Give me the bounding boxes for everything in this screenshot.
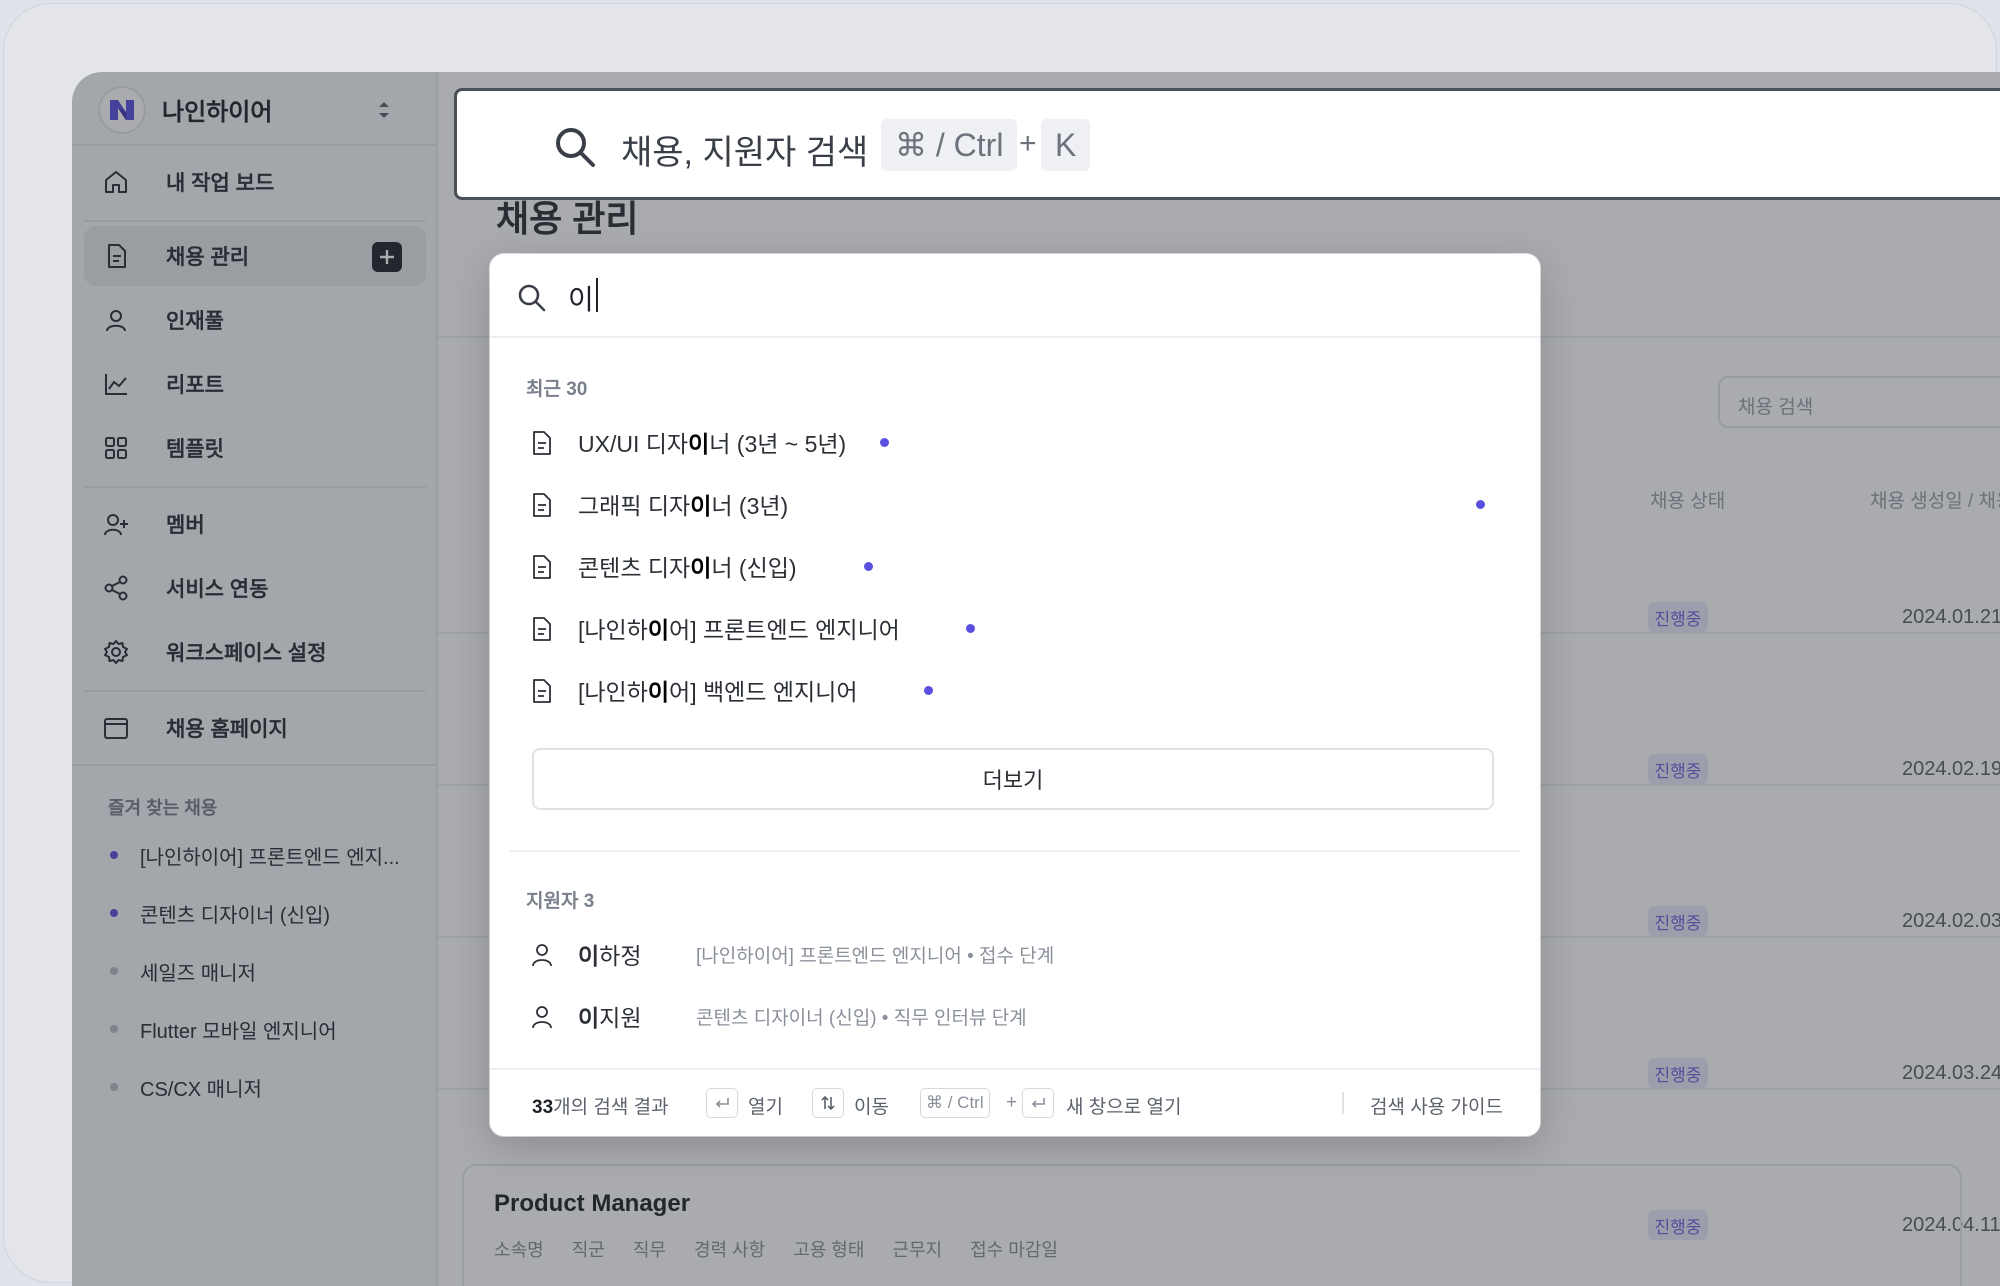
shortcut-mod-key: ⌘ / Ctrl	[881, 119, 1018, 171]
search-query: 이	[568, 284, 594, 315]
document-icon	[533, 431, 551, 455]
hint-move: 이동	[854, 1097, 889, 1118]
recent-result-item[interactable]: 그래픽 디자이너 (3년)	[530, 484, 1510, 524]
result-title: UX/UI 디자이너 (3년 ~ 5년)	[578, 431, 847, 457]
status-dot	[966, 624, 975, 633]
search-modal: 이 최근 30 UX/UI 디자이너 (3년 ~ 5년) 그래픽 디자이너 (3…	[490, 254, 1540, 1136]
shortcut-plus: +	[1006, 1092, 1018, 1113]
divider	[510, 850, 1520, 852]
shortcut-plus: +	[1019, 127, 1037, 160]
recent-result-item[interactable]: [나인하이어] 백엔드 엔지니어	[530, 670, 1510, 710]
hint-new-window: 새 창으로 열기	[1066, 1097, 1182, 1118]
document-icon	[533, 555, 551, 579]
more-button[interactable]: 더보기	[532, 748, 1494, 810]
enter-key-icon	[1022, 1088, 1054, 1118]
search-placeholder: 채용, 지원자 검색	[621, 134, 869, 172]
applicant-name: 이지원	[578, 1005, 642, 1031]
status-dot	[924, 686, 933, 695]
document-icon	[533, 617, 551, 641]
result-title: 그래픽 디자이너 (3년)	[578, 493, 789, 519]
result-title: [나인하이어] 백엔드 엔지니어	[578, 679, 858, 705]
enter-key-icon	[706, 1088, 738, 1118]
search-guide-link[interactable]: 검색 사용 가이드	[1370, 1092, 1503, 1119]
result-title: [나인하이어] 프론트엔드 엔지니어	[578, 617, 900, 643]
recent-result-item[interactable]: [나인하이어] 프론트엔드 엔지니어	[530, 608, 1510, 648]
search-icon	[556, 128, 595, 167]
status-dot	[880, 438, 889, 447]
applicant-name: 이하정	[578, 943, 642, 969]
person-icon	[532, 944, 552, 967]
updown-arrows-icon	[812, 1088, 844, 1118]
result-title: 콘텐츠 디자이너 (신입)	[578, 555, 797, 581]
modal-footer: 33개의 검색 결과 열기 이동 ⌘ / Ctrl + 새 창으로 열기 검색 …	[490, 1068, 1540, 1136]
shortcut-k-key: K	[1041, 119, 1091, 171]
modal-search-input[interactable]: 이	[490, 254, 1540, 338]
recent-result-item[interactable]: UX/UI 디자이너 (3년 ~ 5년)	[530, 422, 1510, 462]
text-cursor	[596, 278, 598, 312]
applicants-section-title: 지원자 3	[526, 891, 595, 912]
applicant-result-item[interactable]: 이하정 [나인하이어] 프론트엔드 엔지니어 • 접수 단계	[530, 934, 1510, 974]
divider	[1342, 1092, 1344, 1114]
recent-section-title: 최근 30	[526, 379, 588, 400]
result-count: 33개의 검색 결과	[532, 1097, 669, 1118]
hint-open: 열기	[748, 1097, 783, 1118]
shortcut-mod-key: ⌘ / Ctrl	[920, 1088, 990, 1118]
document-icon	[533, 493, 551, 517]
status-dot	[1476, 500, 1485, 509]
search-icon	[518, 284, 546, 312]
recent-result-item[interactable]: 콘텐츠 디자이너 (신입)	[530, 546, 1510, 586]
status-dot	[864, 562, 873, 571]
applicant-detail: 콘텐츠 디자이너 (신입) • 직무 인터뷰 단계	[696, 1007, 1027, 1029]
document-icon	[533, 679, 551, 703]
applicant-detail: [나인하이어] 프론트엔드 엔지니어 • 접수 단계	[696, 945, 1055, 967]
global-search-bar[interactable]: 채용, 지원자 검색 ⌘ / Ctrl + K	[454, 88, 2000, 200]
applicant-result-item[interactable]: 이지원 콘텐츠 디자이너 (신입) • 직무 인터뷰 단계	[530, 996, 1510, 1036]
person-icon	[532, 1006, 552, 1029]
